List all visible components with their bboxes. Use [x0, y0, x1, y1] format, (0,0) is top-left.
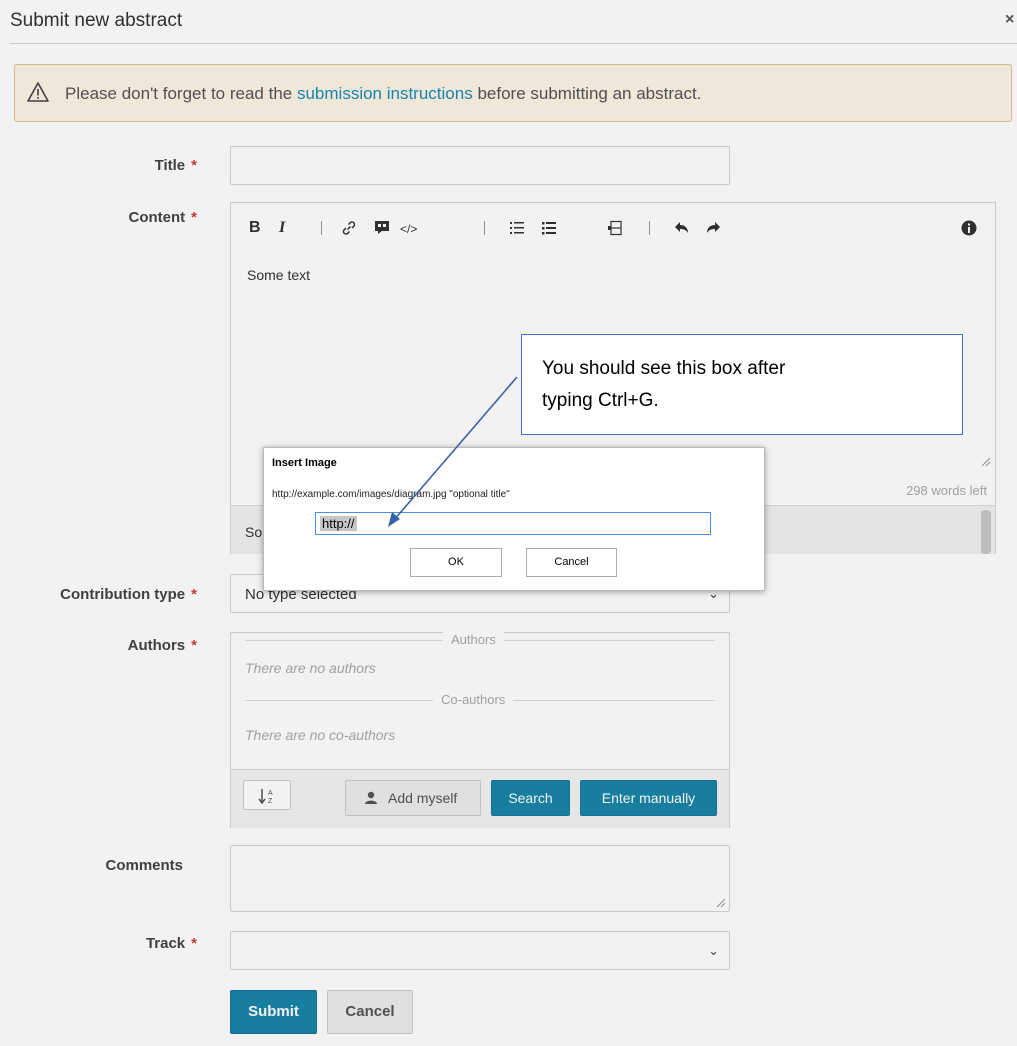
- warning-text-suffix: before submitting an abstract.: [472, 84, 702, 103]
- required-mark: *: [191, 209, 197, 226]
- info-icon[interactable]: [961, 220, 977, 236]
- search-authors-button[interactable]: Search: [491, 780, 570, 816]
- warning-icon: [27, 82, 49, 102]
- insert-image-dialog: Insert Image http://example.com/images/d…: [263, 447, 765, 591]
- comments-textarea[interactable]: [230, 845, 730, 912]
- authors-heading: Authors: [443, 632, 504, 647]
- editor-toolbar: B I </>: [231, 203, 995, 253]
- ok-button[interactable]: OK: [410, 548, 502, 577]
- user-icon: [365, 791, 377, 804]
- chevron-down-icon: ⌄: [708, 943, 719, 958]
- image-url-input[interactable]: http://: [315, 512, 711, 535]
- italic-icon[interactable]: I: [279, 219, 285, 237]
- editor-content[interactable]: Some text: [247, 267, 310, 283]
- resize-handle-icon[interactable]: [716, 898, 726, 908]
- bold-icon[interactable]: B: [249, 219, 261, 237]
- content-label: Content *: [128, 209, 198, 226]
- enter-manually-button[interactable]: Enter manually: [580, 780, 717, 816]
- heading-icon[interactable]: [607, 220, 623, 236]
- toolbar-separator: [484, 221, 485, 235]
- submission-instructions-link[interactable]: submission instructions: [297, 84, 473, 103]
- words-left-counter: 298 words left: [906, 483, 987, 498]
- cancel-button[interactable]: Cancel: [327, 990, 413, 1034]
- no-authors-text: There are no authors: [245, 660, 376, 676]
- add-myself-button[interactable]: Add myself: [345, 780, 481, 816]
- cancel-insert-button[interactable]: Cancel: [526, 548, 617, 577]
- warning-message: Please don't forget to read the submissi…: [65, 84, 701, 104]
- undo-icon[interactable]: [674, 221, 690, 235]
- add-myself-label: Add myself: [388, 790, 458, 806]
- track-select[interactable]: ⌄: [230, 931, 730, 970]
- annotation-line-2: typing Ctrl+G.: [542, 390, 659, 411]
- dialog-title: Submit new abstract: [10, 10, 183, 31]
- bulleted-list-icon[interactable]: [541, 220, 557, 236]
- toolbar-separator: [321, 221, 322, 235]
- insert-image-title: Insert Image: [272, 457, 337, 469]
- required-mark: *: [191, 157, 197, 174]
- coauthors-heading: Co-authors: [433, 692, 514, 707]
- preview-text: So: [245, 524, 263, 540]
- contribution-type-label: Contribution type *: [60, 586, 197, 603]
- comments-label: Comments: [105, 857, 183, 874]
- divider: [10, 43, 1017, 44]
- required-mark: *: [191, 637, 197, 654]
- no-coauthors-text: There are no co-authors: [245, 727, 396, 743]
- image-url-value: http://: [320, 516, 357, 531]
- warning-banner: Please don't forget to read the submissi…: [14, 64, 1012, 122]
- preview-scrollbar[interactable]: [981, 510, 991, 554]
- title-label: Title *: [154, 157, 197, 174]
- resize-handle-icon[interactable]: [981, 457, 991, 467]
- warning-text-prefix: Please don't forget to read the: [65, 84, 297, 103]
- submit-button[interactable]: Submit: [230, 990, 317, 1034]
- annotation-line-1: You should see this box after: [542, 358, 786, 379]
- required-mark: *: [191, 586, 197, 603]
- toolbar-separator: [649, 221, 650, 235]
- code-icon[interactable]: </>: [400, 222, 417, 236]
- annotation-text: You should see this box after typing Ctrl…: [542, 353, 785, 417]
- title-input[interactable]: [230, 146, 730, 185]
- authors-actions: AZ Add myself Search Enter manually: [231, 769, 729, 828]
- sort-button[interactable]: AZ: [243, 780, 291, 810]
- svg-text:Z: Z: [268, 798, 273, 805]
- quote-icon[interactable]: [374, 220, 390, 235]
- close-icon[interactable]: ×: [1005, 11, 1014, 29]
- required-mark: *: [191, 935, 197, 952]
- authors-label: Authors *: [127, 637, 197, 654]
- svg-text:A: A: [268, 790, 273, 797]
- track-label: Track *: [145, 935, 197, 952]
- numbered-list-icon[interactable]: [509, 220, 525, 236]
- annotation-callout: You should see this box after typing Ctrl…: [521, 334, 963, 435]
- sort-alpha-icon: AZ: [258, 789, 273, 805]
- redo-icon[interactable]: [705, 221, 721, 235]
- link-icon[interactable]: [341, 220, 357, 236]
- insert-image-hint: http://example.com/images/diagram.jpg "o…: [272, 489, 510, 500]
- authors-field: Authors There are no authors Co-authors …: [230, 632, 730, 828]
